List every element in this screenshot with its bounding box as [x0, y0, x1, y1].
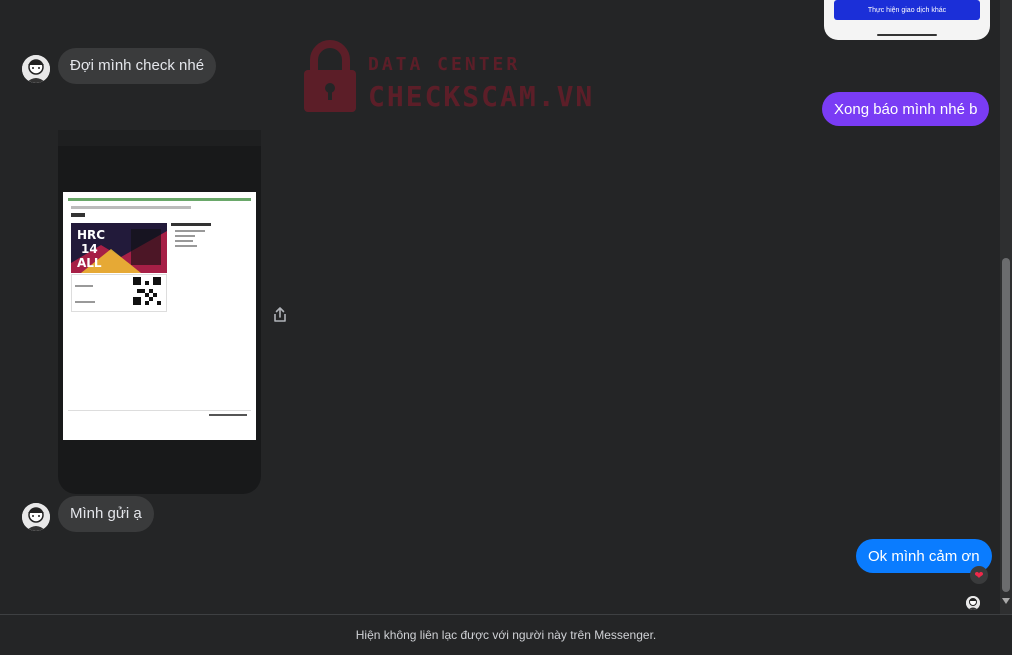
svg-text:HRC: HRC: [77, 228, 105, 242]
chat-scrollbar[interactable]: [1000, 0, 1012, 614]
scroll-down-arrow-icon[interactable]: [1002, 598, 1010, 604]
svg-text:ALL: ALL: [77, 256, 102, 270]
lock-icon: [304, 40, 356, 112]
venue-text-line: [175, 240, 193, 242]
watermark-title: DATA CENTER: [368, 54, 521, 75]
watermark: DATA CENTER CHECKSCAM.VN: [302, 38, 642, 114]
contact-avatar[interactable]: [22, 503, 50, 531]
scrollbar-thumb[interactable]: [1002, 258, 1010, 592]
ticket-divider: [68, 410, 251, 411]
venue-text-line: [175, 245, 197, 247]
message-bubble-outgoing[interactable]: Ok mình cảm ơn: [856, 539, 992, 573]
venue-text-line: [175, 230, 205, 232]
message-bubble-outgoing[interactable]: Xong báo mình nhé b: [822, 92, 990, 126]
contact-avatar[interactable]: [22, 55, 50, 83]
venue-text-line: [175, 235, 195, 237]
shared-image-fragment[interactable]: Thực hiện giao dịch khác: [824, 0, 990, 40]
message-bubble-incoming[interactable]: Mình gửi ạ: [58, 496, 154, 532]
messenger-notice-bar: Hiện không liên lạc được với người này t…: [0, 614, 1012, 655]
image-top-bar: [58, 130, 261, 146]
qr-code-image: [133, 277, 161, 305]
svg-text:14: 14: [81, 242, 98, 256]
venue-text-line: [171, 223, 211, 226]
watermark-subtitle: CHECKSCAM.VN: [368, 80, 595, 113]
ticket-image: HRC 14 ALL: [63, 192, 256, 440]
poster-art: HRC 14 ALL: [71, 223, 167, 273]
ticket-text-line: [71, 206, 191, 209]
chat-thread: Thực hiện giao dịch khác DATA CENTER CHE…: [0, 0, 1000, 614]
share-icon[interactable]: [272, 306, 288, 324]
home-indicator: [877, 34, 937, 36]
transaction-button-image: Thực hiện giao dịch khác: [834, 0, 980, 20]
message-bubble-incoming[interactable]: Đợi mình check nhé: [58, 48, 217, 84]
ticket-header-bar: [68, 198, 251, 201]
image-attachment[interactable]: HRC 14 ALL: [58, 130, 261, 494]
event-poster-image: HRC 14 ALL: [71, 223, 167, 273]
heart-icon[interactable]: ❤: [970, 566, 988, 584]
ticket-text-line: [75, 285, 93, 287]
ticket-footer-text: [209, 414, 247, 416]
seen-avatar: [966, 596, 980, 610]
ticket-text-line: [75, 301, 95, 303]
unavailable-notice: Hiện không liên lạc được với người này t…: [355, 628, 657, 642]
ticket-text-line: [71, 213, 85, 217]
